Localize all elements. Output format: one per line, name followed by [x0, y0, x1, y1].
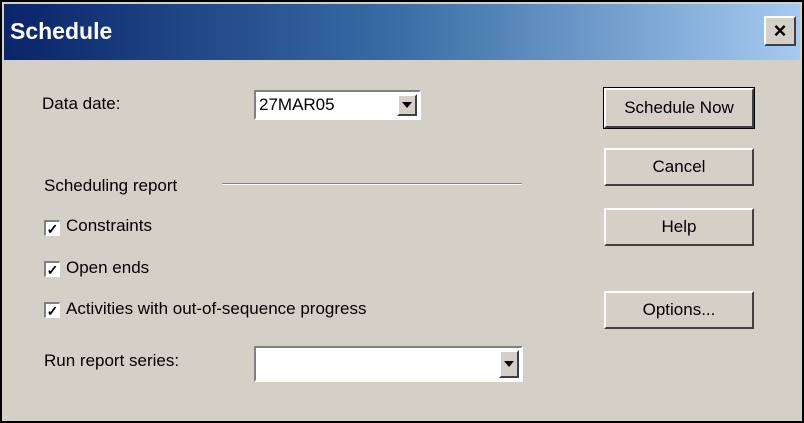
chevron-down-icon — [402, 102, 412, 108]
data-date-label: Data date: — [42, 94, 121, 113]
out-of-sequence-label: Activities with out-of-sequence progress — [66, 299, 367, 318]
dialog-title: Schedule — [10, 18, 113, 44]
chevron-down-icon — [504, 361, 514, 367]
close-button[interactable]: × — [764, 16, 796, 46]
open-ends-label: Open ends — [66, 258, 150, 277]
data-date-value: 27MAR05 — [259, 95, 335, 114]
help-button[interactable]: Help — [604, 208, 754, 246]
cancel-button[interactable]: Cancel — [604, 148, 754, 186]
scheduling-report-group-label: Scheduling report — [44, 176, 178, 195]
title-bar: Schedule × — [4, 4, 800, 60]
options-button[interactable]: Options... — [604, 291, 754, 329]
schedule-now-button[interactable]: Schedule Now — [603, 87, 755, 129]
schedule-dialog: Schedule × Data date: 27MAR05 Scheduling… — [0, 0, 804, 423]
open-ends-checkbox[interactable]: ✓ — [44, 261, 60, 277]
run-report-dropdown-arrow[interactable] — [499, 350, 519, 378]
group-divider — [222, 183, 522, 185]
data-date-dropdown-arrow[interactable] — [397, 94, 417, 116]
out-of-sequence-checkbox[interactable]: ✓ — [44, 302, 60, 318]
check-icon: ✓ — [46, 220, 59, 237]
run-report-series-combo[interactable] — [254, 346, 523, 382]
constraints-checkbox[interactable]: ✓ — [44, 220, 60, 236]
check-icon: ✓ — [46, 261, 59, 278]
data-date-combo[interactable]: 27MAR05 — [254, 90, 421, 120]
constraints-label: Constraints — [66, 216, 152, 235]
check-icon: ✓ — [46, 302, 59, 319]
close-icon: × — [773, 18, 787, 43]
run-report-series-label: Run report series: — [44, 351, 180, 370]
